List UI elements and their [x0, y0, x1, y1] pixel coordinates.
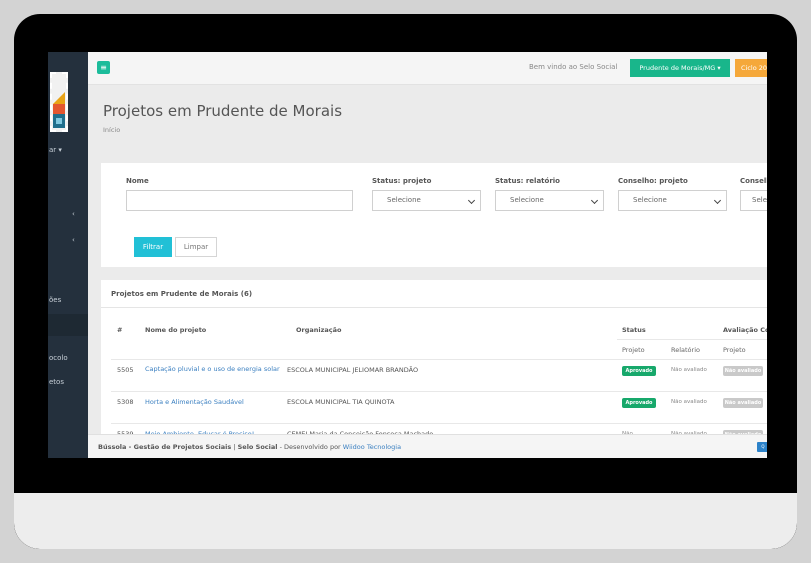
col-header-name: Nome do projeto — [145, 326, 207, 334]
filter-panel: Nome Status: projeto Selecione Status: r… — [101, 163, 767, 267]
filter-button[interactable]: Filtrar — [134, 237, 172, 257]
chevron-down-icon — [590, 196, 599, 205]
status-projeto-label: Status: projeto — [372, 177, 432, 185]
col-header-num: # — [117, 326, 123, 334]
nome-input[interactable] — [126, 190, 353, 211]
footer: Bússola - Gestão de Projetos Sociais | S… — [88, 434, 767, 458]
divider — [111, 391, 767, 392]
breadcrumb[interactable]: Início — [103, 126, 120, 134]
screen: ar ▾ ‹ ‹ ões ocolo etos ≡ Bem vindo ao S… — [48, 52, 767, 458]
top-navbar: ≡ Bem vindo ao Selo Social Prudente de M… — [88, 52, 767, 85]
footer-product: Selo Social — [237, 443, 278, 451]
nome-label: Nome — [126, 177, 149, 185]
footer-brand: Bússola - Gestão de Projetos Sociais — [98, 443, 232, 451]
status-badge: Aprovado — [622, 398, 656, 408]
sidebar-item-protocolo[interactable]: ocolo — [49, 354, 68, 362]
status-projeto-select[interactable]: Selecione — [372, 190, 481, 211]
footer-action-button[interactable]: Q — [757, 442, 767, 452]
status-relatorio-label: Status: relatório — [495, 177, 560, 185]
menu-toggle-button[interactable]: ≡ — [97, 61, 110, 74]
evaluation-badge: Não avaliado — [723, 398, 763, 408]
projects-table-panel: Projetos em Prudente de Morais (6) # Nom… — [101, 280, 767, 458]
row-id: 5505 — [117, 366, 134, 374]
developer-link[interactable]: Wiidoo Tecnologia — [343, 443, 401, 451]
conselho-relatorio-value: Selecion — [752, 196, 767, 204]
sidebar-item-projetos[interactable]: etos — [49, 378, 64, 386]
conselho-projeto-select[interactable]: Selecione — [618, 190, 727, 211]
city-dropdown-button[interactable]: Prudente de Morais/MG ▾ — [630, 59, 730, 77]
divider — [617, 339, 767, 340]
clear-button[interactable]: Limpar — [175, 237, 217, 257]
divider — [111, 359, 767, 360]
row-org: ESCOLA MUNICIPAL JELIOMAR BRANDÃO — [287, 366, 419, 374]
col-header-status: Status — [622, 326, 646, 334]
conselho-relatorio-select[interactable]: Selecion — [740, 190, 767, 211]
sidebar-item-expand-1[interactable]: ‹ — [72, 210, 75, 218]
conselho-relatorio-label: Conselho: r — [740, 177, 767, 185]
table-title: Projetos em Prudente de Morais (6) — [111, 290, 253, 298]
sidebar-item-active[interactable] — [48, 314, 88, 336]
sidebar-item-notificacoes[interactable]: ões — [49, 296, 61, 304]
row-org: ESCOLA MUNICIPAL TIA QUINOTA — [287, 398, 395, 406]
chevron-down-icon — [713, 196, 722, 205]
status-relatorio-value: Selecione — [510, 196, 544, 204]
col-header-avaliacao: Avaliação Co — [723, 326, 767, 334]
sidebar-user-menu[interactable]: ar ▾ — [49, 146, 62, 154]
footer-text: Bússola - Gestão de Projetos Sociais | S… — [98, 443, 401, 451]
status-projeto-value: Selecione — [387, 196, 421, 204]
evaluation-badge: Não avaliado — [723, 366, 763, 376]
row-id: 5308 — [117, 398, 134, 406]
divider — [111, 423, 767, 424]
project-link[interactable]: Horta e Alimentação Saudável — [145, 398, 244, 407]
status-relatorio-select[interactable]: Selecione — [495, 190, 604, 211]
cycle-dropdown-button[interactable]: Ciclo 2021 — [735, 59, 767, 77]
report-status: Não avaliado — [671, 367, 707, 373]
page-title: Projetos em Prudente de Morais — [103, 102, 343, 120]
col-subheader-projeto-2: Projeto — [723, 346, 746, 354]
sidebar: ar ▾ ‹ ‹ ões ocolo etos — [48, 52, 88, 458]
status-badge: Aprovado — [622, 366, 656, 376]
conselho-projeto-label: Conselho: projeto — [618, 177, 688, 185]
chevron-down-icon — [467, 196, 476, 205]
footer-dev-prefix: - Desenvolvido por — [277, 443, 343, 451]
divider — [101, 307, 767, 308]
col-subheader-projeto: Projeto — [622, 346, 645, 354]
device-chin — [14, 493, 797, 549]
col-header-org: Organização — [296, 326, 342, 334]
conselho-projeto-value: Selecione — [633, 196, 667, 204]
selo-social-logo — [50, 72, 68, 132]
device-frame: ar ▾ ‹ ‹ ões ocolo etos ≡ Bem vindo ao S… — [14, 14, 797, 549]
report-status: Não avaliado — [671, 399, 707, 405]
welcome-text: Bem vindo ao Selo Social — [529, 63, 618, 71]
hamburger-icon: ≡ — [100, 63, 107, 72]
project-link[interactable]: Captação pluvial e o uso de energia sola… — [145, 365, 295, 374]
col-subheader-relatorio: Relatório — [671, 346, 700, 354]
sidebar-item-expand-2[interactable]: ‹ — [72, 236, 75, 244]
